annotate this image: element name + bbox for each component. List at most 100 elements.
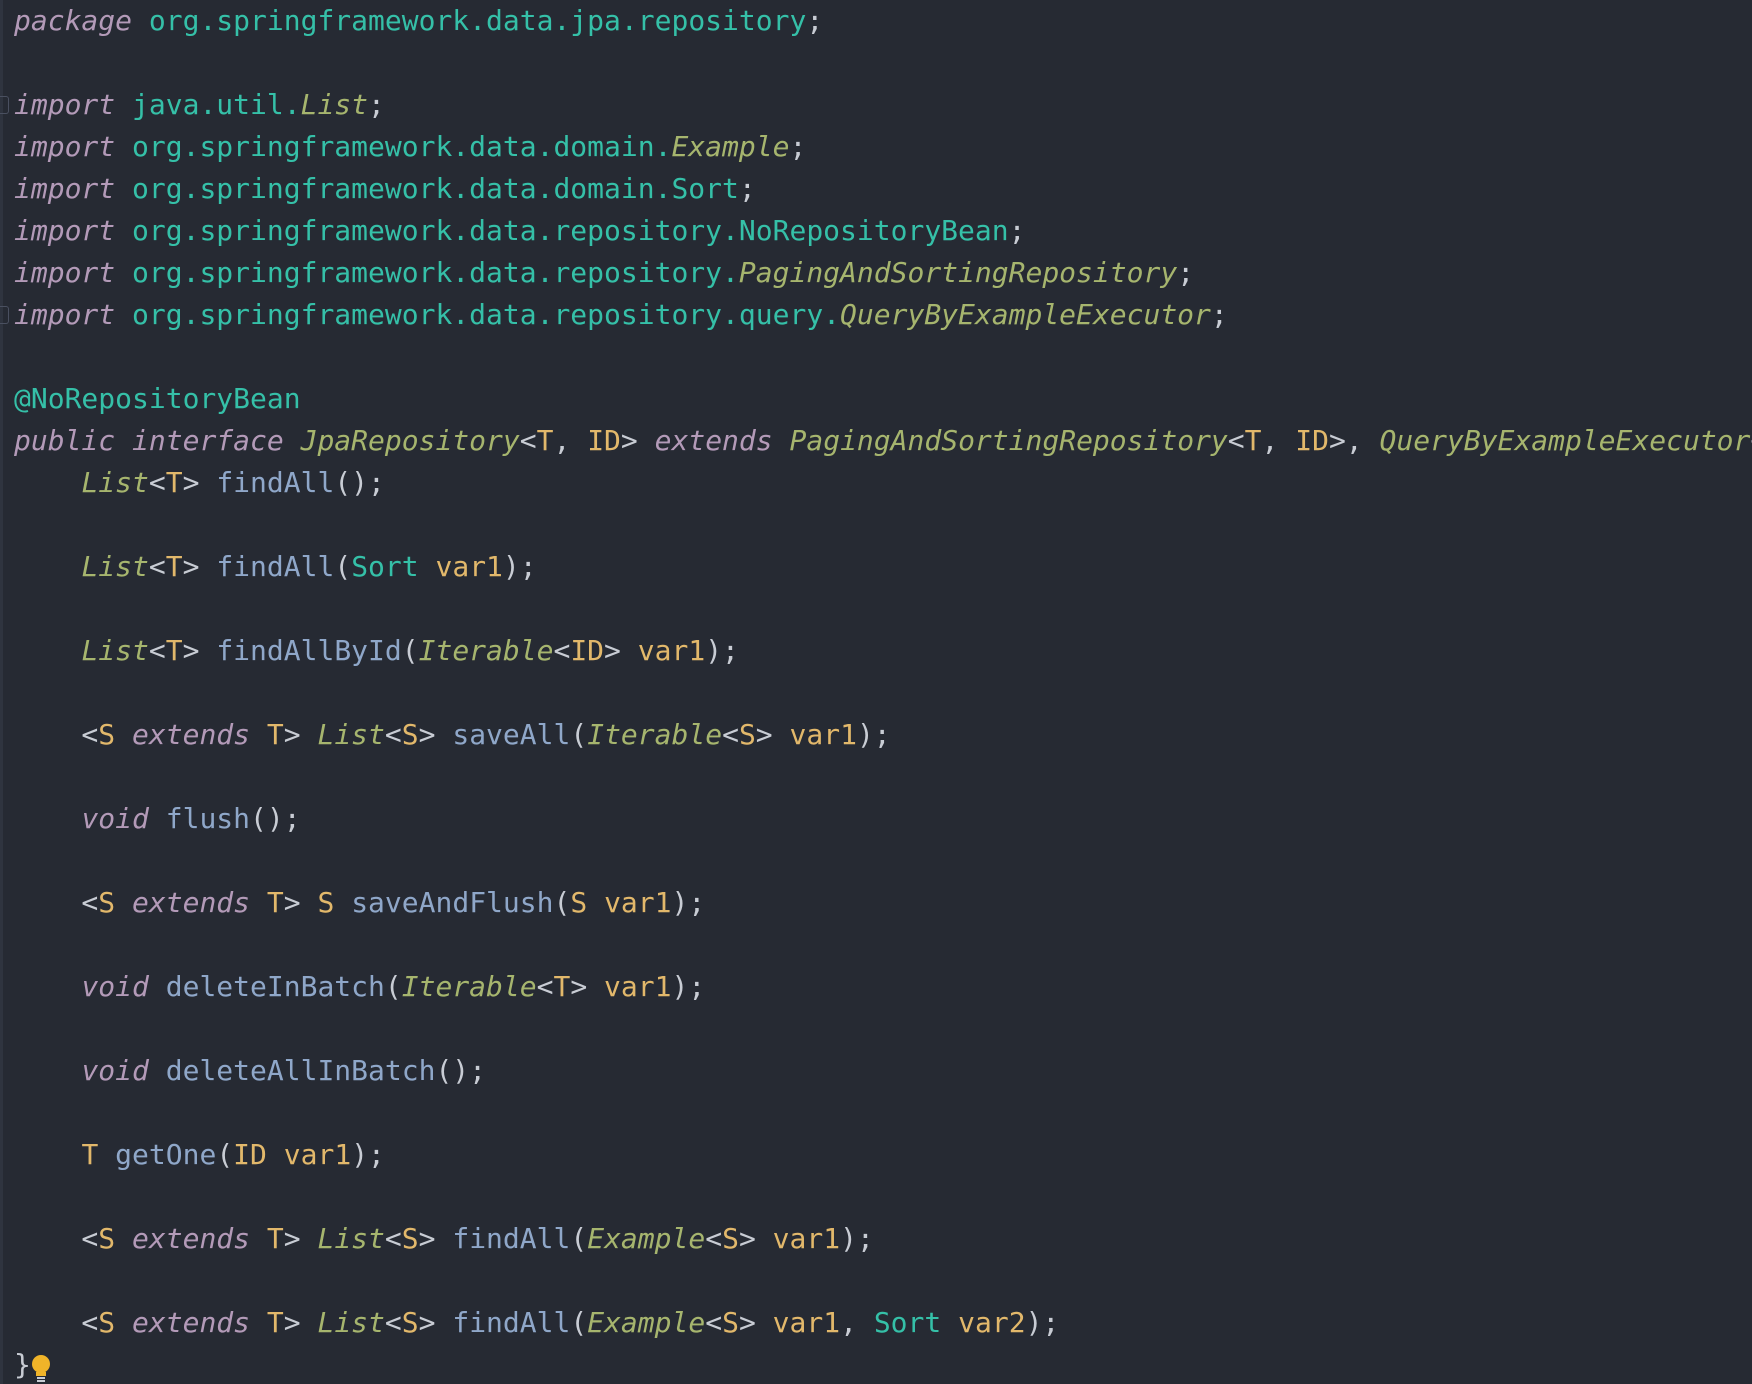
code-token: S — [401, 1306, 419, 1339]
code-token: java.util. — [132, 88, 301, 121]
code-token: Example — [671, 130, 790, 163]
code-token: ; — [789, 130, 807, 163]
code-line[interactable]: List<T> findAll(Sort var1); — [14, 546, 1752, 588]
code-token: ; — [806, 4, 824, 37]
code-token: var1 — [789, 718, 857, 751]
code-token: org.springframework.data.domain.Sort — [132, 172, 739, 205]
code-token: T — [553, 970, 571, 1003]
fold-marker-icon[interactable] — [0, 306, 9, 324]
code-line[interactable]: void deleteInBatch(Iterable<T> var1); — [14, 966, 1752, 1008]
code-token: deleteAllInBatch — [165, 1054, 436, 1087]
code-token: ( — [216, 1138, 234, 1171]
code-token: var1 — [637, 634, 706, 667]
code-token: void — [81, 970, 149, 1003]
code-token: ); — [671, 970, 706, 1003]
code-token: ); — [705, 634, 739, 667]
code-token: ( — [401, 634, 419, 667]
code-line[interactable]: @NoRepositoryBean — [14, 378, 1752, 420]
code-line[interactable]: T getOne(ID var1); — [14, 1134, 1752, 1176]
code-token: T — [266, 1306, 284, 1339]
code-line[interactable]: void flush(); — [14, 798, 1752, 840]
fold-marker-icon[interactable] — [0, 96, 9, 114]
lightbulb-icon[interactable] — [30, 1354, 52, 1384]
code-token: S — [401, 1222, 419, 1255]
code-token: T — [266, 886, 284, 919]
code-line[interactable]: import org.springframework.data.domain.S… — [14, 168, 1752, 210]
code-line[interactable]: import org.springframework.data.domain.E… — [14, 126, 1752, 168]
code-line[interactable] — [14, 924, 1752, 966]
code-area[interactable]: package org.springframework.data.jpa.rep… — [0, 0, 1752, 1384]
code-line[interactable]: import java.util.List; — [0, 84, 1752, 126]
code-line[interactable] — [14, 504, 1752, 546]
code-line[interactable]: <S extends T> S saveAndFlush(S var1); — [14, 882, 1752, 924]
code-line[interactable]: List<T> findAll(); — [14, 462, 1752, 504]
code-line[interactable] — [14, 840, 1752, 882]
code-token: > — [604, 634, 638, 667]
code-token: extends — [132, 718, 251, 751]
code-token: var1 — [604, 886, 672, 919]
code-line[interactable] — [14, 42, 1752, 84]
code-line[interactable]: public interface JpaRepository<T, ID> ex… — [14, 420, 1752, 462]
code-line[interactable]: } — [14, 1344, 1752, 1384]
code-line[interactable]: import org.springframework.data.reposito… — [0, 294, 1752, 336]
code-token: PagingAndSortingRepository — [789, 424, 1228, 457]
code-token: List — [317, 1306, 385, 1339]
code-token: < — [384, 718, 402, 751]
code-line[interactable]: List<T> findAllById(Iterable<ID> var1); — [14, 630, 1752, 672]
code-token: S — [401, 718, 419, 751]
code-line[interactable] — [14, 1260, 1752, 1302]
code-token: } — [14, 1348, 31, 1381]
code-token: > — [418, 718, 453, 751]
code-token: T — [266, 1222, 284, 1255]
code-token: ID — [570, 634, 605, 667]
code-token: ; — [1177, 256, 1195, 289]
code-line[interactable]: void deleteAllInBatch(); — [14, 1050, 1752, 1092]
code-token: ); — [671, 886, 706, 919]
code-token: ); — [856, 718, 891, 751]
code-token: < — [1227, 424, 1245, 457]
code-line[interactable]: <S extends T> List<S> findAll(Example<S>… — [14, 1218, 1752, 1260]
code-token: org.springframework.data.domain. — [132, 130, 672, 163]
code-token: < — [536, 970, 554, 1003]
code-token: var1 — [435, 550, 503, 583]
code-line[interactable] — [14, 336, 1752, 378]
code-token: S — [570, 886, 588, 919]
code-line[interactable] — [14, 1092, 1752, 1134]
code-line[interactable]: package org.springframework.data.jpa.rep… — [14, 0, 1752, 42]
code-token: > — [283, 1222, 318, 1255]
code-token: List — [300, 88, 369, 121]
code-line[interactable]: <S extends T> List<S> saveAll(Iterable<S… — [14, 714, 1752, 756]
code-token: ID — [587, 424, 621, 457]
code-line[interactable]: <S extends T> List<S> findAll(Example<S>… — [14, 1302, 1752, 1344]
code-token: public — [14, 424, 116, 457]
code-token: @NoRepositoryBean — [14, 382, 301, 415]
code-line[interactable]: import org.springframework.data.reposito… — [14, 210, 1752, 252]
code-token: JpaRepository — [300, 424, 520, 457]
code-line[interactable]: import org.springframework.data.reposito… — [14, 252, 1752, 294]
code-line[interactable] — [14, 672, 1752, 714]
code-line[interactable] — [14, 756, 1752, 798]
code-editor[interactable]: package org.springframework.data.jpa.rep… — [0, 0, 1752, 1384]
code-line[interactable] — [14, 1176, 1752, 1218]
code-token: > — [738, 1222, 773, 1255]
code-token: extends — [132, 1306, 251, 1339]
code-token: > — [182, 466, 217, 499]
code-token: package — [14, 4, 133, 37]
code-token: Sort — [873, 1306, 942, 1339]
code-line[interactable] — [14, 588, 1752, 630]
code-token: var1 — [604, 970, 672, 1003]
code-token: findAll — [452, 1222, 571, 1255]
code-token: < — [14, 886, 99, 919]
code-token: var1 — [772, 1306, 841, 1339]
code-token: > — [418, 1306, 453, 1339]
code-line[interactable] — [14, 1008, 1752, 1050]
